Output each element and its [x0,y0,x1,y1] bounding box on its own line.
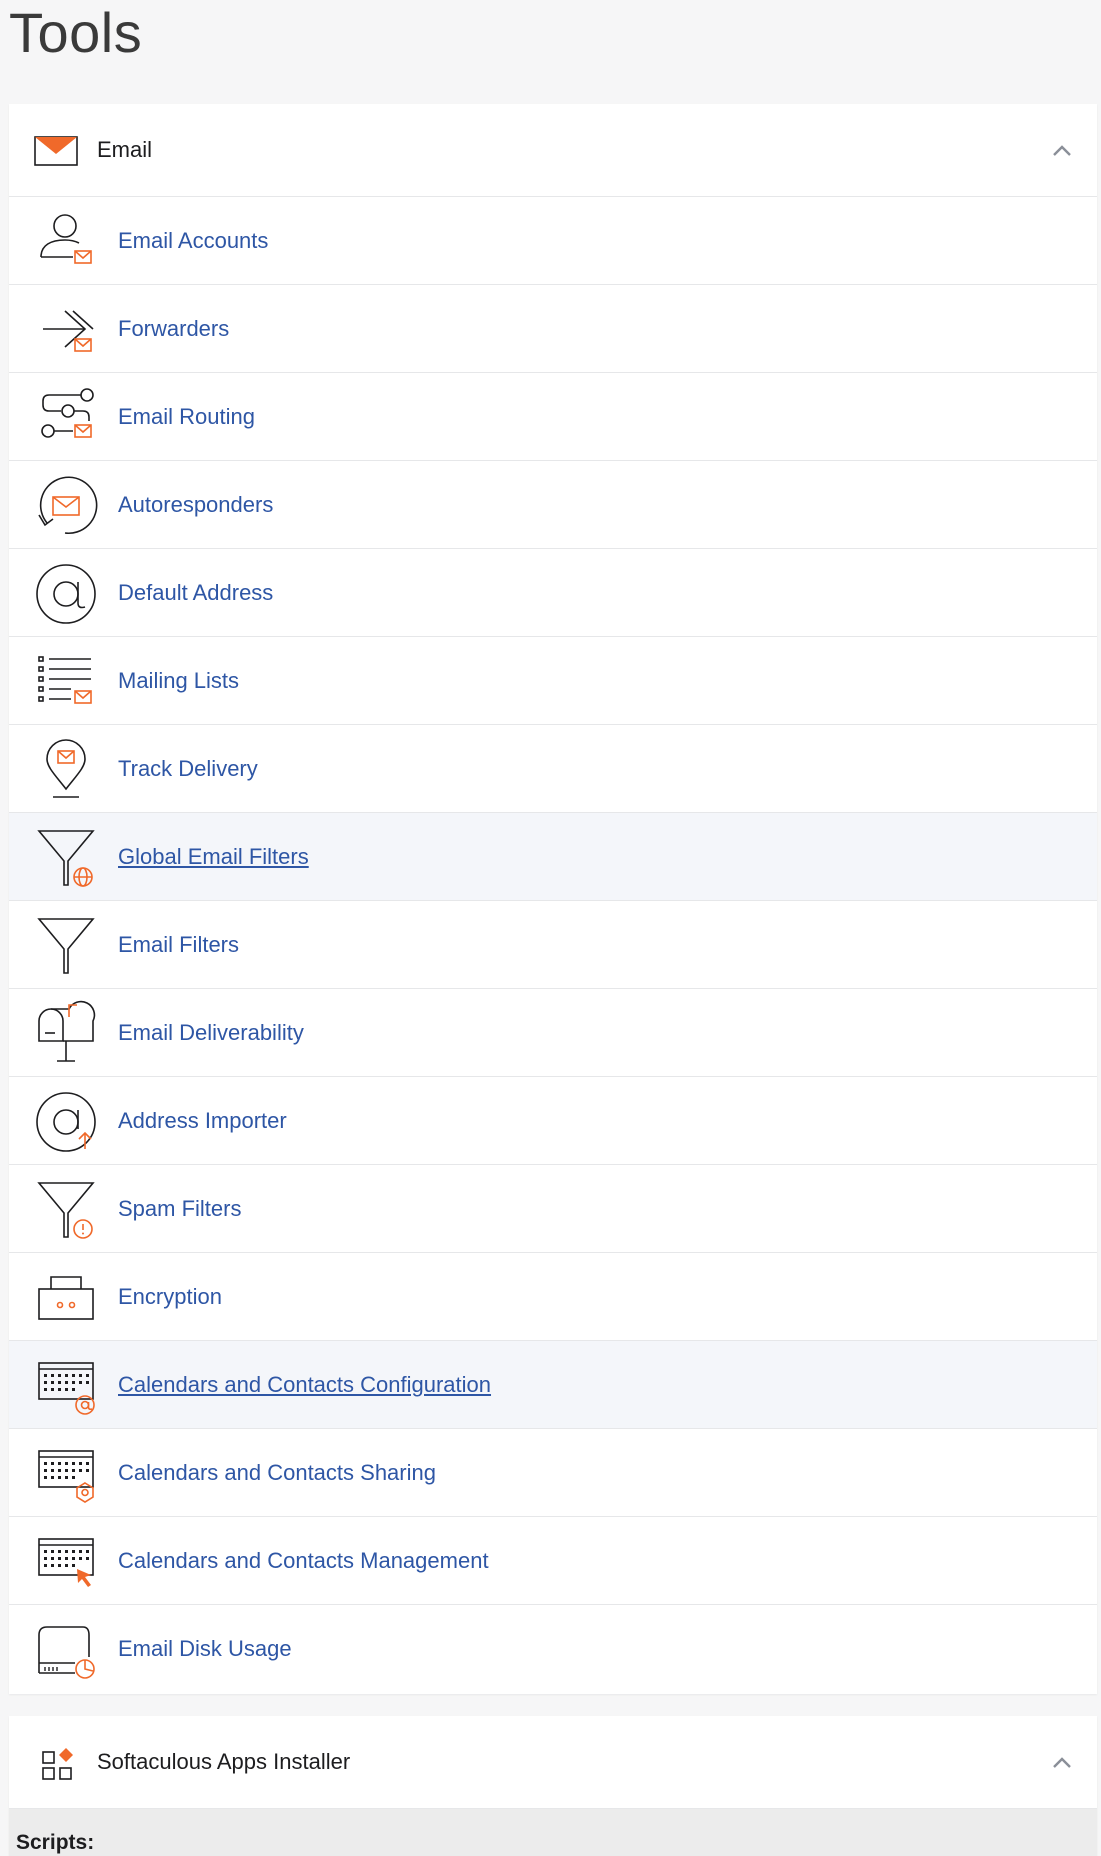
list-item-calendars-management[interactable]: Calendars and Contacts Management [9,1517,1097,1605]
list-item-label: Calendars and Contacts Management [118,1547,489,1573]
softaculous-panel: Softaculous Apps Installer Scripts: [9,1716,1097,1856]
list-item-label: Mailing Lists [118,667,240,693]
list-item-label: Default Address [118,579,274,605]
email-panel-header[interactable]: Email [9,104,1097,197]
list-item-label: Calendars and Contacts Sharing [118,1459,436,1485]
list-item-encryption[interactable]: Encryption [9,1253,1097,1341]
list-item-label: Autoresponders [118,491,274,517]
disk-usage-icon [35,1619,97,1681]
list-item-email-accounts[interactable]: Email Accounts [9,197,1097,285]
chevron-up-icon[interactable] [1051,140,1073,162]
list-item-label: Encryption [118,1283,222,1309]
list-item-email-disk-usage[interactable]: Email Disk Usage [9,1605,1097,1693]
list-item-label: Track Delivery [118,755,258,781]
list-item-track-delivery[interactable]: Track Delivery [9,725,1097,813]
list-item-label: Global Email Filters [118,843,309,869]
autoresponders-icon [35,475,98,537]
apps-grid-icon [33,1742,79,1782]
at-sign-icon [35,563,97,625]
list-item-email-routing[interactable]: Email Routing [9,373,1097,461]
location-pin-icon [35,739,97,801]
page-title: Tools [9,1,143,64]
email-panel: Email Email Accounts Forwarders Email Ro… [9,104,1097,1694]
list-item-global-email-filters[interactable]: Global Email Filters [9,813,1097,901]
list-item-mailing-lists[interactable]: Mailing Lists [9,637,1097,725]
list-item-email-deliverability[interactable]: Email Deliverability [9,989,1097,1077]
list-item-label: Email Disk Usage [118,1636,292,1661]
softaculous-panel-title: Softaculous Apps Installer [97,1749,351,1774]
funnel-globe-icon [35,827,97,889]
list-item-address-importer[interactable]: Address Importer [9,1077,1097,1165]
list-item-label: Forwarders [118,315,230,341]
chevron-up-icon[interactable] [1051,1752,1073,1774]
calendar-cursor-icon [35,1531,97,1593]
list-item-label: Email Routing [118,403,255,429]
scripts-heading: Scripts: [16,1831,95,1854]
list-item-label: Calendars and Contacts Configuration [118,1371,492,1397]
email-routing-icon [35,387,97,449]
list-item-calendars-config[interactable]: Calendars and Contacts Configuration [9,1341,1097,1429]
mailbox-icon [35,1000,97,1065]
email-panel-title: Email [97,137,153,162]
list-item-label: Email Deliverability [118,1019,304,1045]
funnel-warning-icon [35,1179,97,1241]
list-item-label: Address Importer [118,1107,287,1133]
email-accounts-icon [35,211,97,273]
at-sign-upload-icon [35,1091,97,1153]
list-item-default-address[interactable]: Default Address [9,549,1097,637]
list-item-email-filters[interactable]: Email Filters [9,901,1097,989]
scripts-bar: Scripts: [9,1809,1097,1856]
forwarders-icon [35,299,97,361]
list-item-autoresponders[interactable]: Autoresponders [9,461,1097,549]
calendar-at-icon [35,1355,97,1417]
list-item-label: Spam Filters [118,1195,242,1221]
mailing-lists-icon [35,651,97,713]
list-item-label: Email Accounts [118,227,269,253]
calendar-gear-icon [35,1443,97,1505]
funnel-icon [35,915,97,977]
encryption-icon [35,1267,97,1329]
list-item-label: Email Filters [118,931,240,957]
list-item-spam-filters[interactable]: Spam Filters [9,1165,1097,1253]
envelope-icon [33,130,79,170]
softaculous-panel-header[interactable]: Softaculous Apps Installer [9,1716,1097,1809]
list-item-calendars-sharing[interactable]: Calendars and Contacts Sharing [9,1429,1097,1517]
list-item-forwarders[interactable]: Forwarders [9,285,1097,373]
